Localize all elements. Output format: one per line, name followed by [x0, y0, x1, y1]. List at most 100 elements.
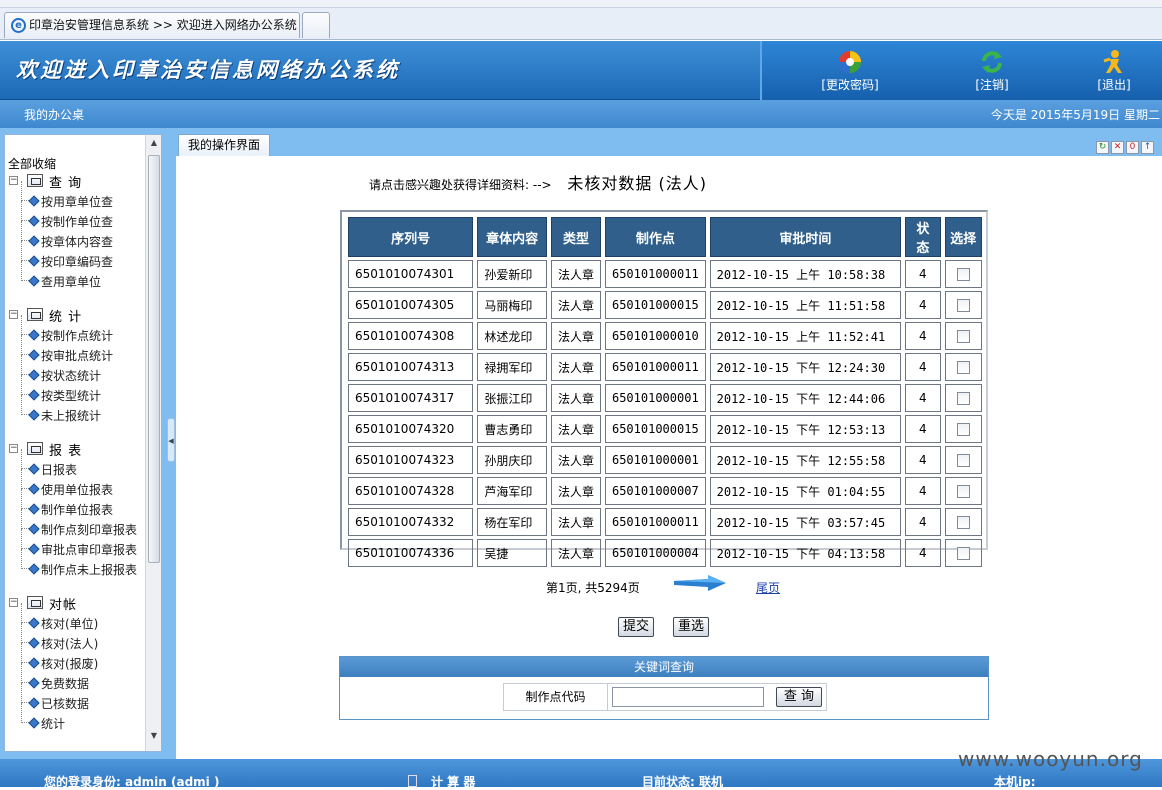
sidebar-item[interactable]: 按用章单位查: [9, 181, 149, 211]
scroll-down-icon[interactable]: ▼: [149, 731, 159, 741]
sidebar-group-header[interactable]: − 查 询: [9, 171, 149, 191]
sidebar-item[interactable]: 使用单位报表: [9, 469, 149, 499]
row-select-checkbox[interactable]: [956, 299, 970, 312]
table-cell: 4: [905, 260, 941, 288]
next-arrow-icon[interactable]: [674, 575, 726, 591]
table-row[interactable]: 6501010074313 禄拥军印 法人章 650101000011 2012-10-…: [348, 353, 982, 381]
table-cell[interactable]: 6501010074328: [348, 477, 474, 505]
browser-tab-active[interactable]: e 印章治安管理信息系统 >> 欢迎进入网络办公系统: [4, 12, 300, 38]
table-row[interactable]: 6501010074317 张振江印 法人章 650101000001 2012-10-…: [348, 384, 982, 412]
table-row[interactable]: 6501010074328 芦海军印 法人章 650101000007 2012-10-…: [348, 477, 982, 505]
sidebar-item[interactable]: 核对(报废): [9, 643, 149, 673]
sidebar-item[interactable]: 制作点刻印章报表: [9, 509, 149, 539]
sidebar-item[interactable]: 按制作单位查: [9, 201, 149, 231]
sidebar-toggle-icon[interactable]: ◀: [167, 418, 175, 462]
collapse-all-link[interactable]: 全部收缩: [8, 155, 56, 172]
table-cell[interactable]: 6501010074301: [348, 260, 474, 288]
table-cell[interactable]: 6501010074320: [348, 415, 474, 443]
table-row[interactable]: 6501010074320 曹志勇印 法人章 650101000015 2012-10-…: [348, 415, 982, 443]
col-serial-header: 序列号: [348, 217, 474, 257]
table-cell[interactable]: 6501010074305: [348, 291, 474, 319]
tab-operation[interactable]: 我的操作界面: [178, 134, 270, 156]
new-tab-button[interactable]: [302, 12, 330, 38]
table-cell[interactable]: 6501010074336: [348, 539, 474, 567]
sidebar-item[interactable]: 审批点审印章报表: [9, 529, 149, 559]
sidebar-item[interactable]: 按章体内容查: [9, 221, 149, 251]
sidebar-item[interactable]: 制作点未上报报表: [9, 549, 149, 579]
diamond-icon: [28, 349, 40, 361]
up-panel-icon[interactable]: ↑: [1141, 141, 1154, 154]
zero-panel-icon[interactable]: 0: [1126, 141, 1139, 154]
table-cell[interactable]: 6501010074317: [348, 384, 474, 412]
table-cell: 4: [905, 291, 941, 319]
sidebar-item[interactable]: 制作单位报表: [9, 489, 149, 519]
col-content-header: 章体内容: [477, 217, 547, 257]
table-cell[interactable]: 6501010074323: [348, 446, 474, 474]
select-cell: [944, 508, 982, 536]
calculator-link[interactable]: 计 算 器: [408, 773, 475, 790]
sidebar-item[interactable]: 按审批点统计: [9, 335, 149, 365]
table-cell: 4: [905, 539, 941, 567]
row-select-checkbox[interactable]: [956, 485, 970, 498]
row-select-checkbox[interactable]: [956, 547, 970, 560]
submit-button[interactable]: 提交: [618, 617, 655, 637]
table-row[interactable]: 6501010074301 孙爱新印 法人章 650101000011 2012-10-…: [348, 260, 982, 288]
row-select-checkbox[interactable]: [956, 268, 970, 281]
sidebar-item[interactable]: 已核数据: [9, 683, 149, 713]
sidebar-item[interactable]: 免费数据: [9, 663, 149, 693]
close-panel-icon[interactable]: ✕: [1111, 141, 1124, 154]
sidebar-group-header[interactable]: − 报 表: [9, 439, 149, 459]
last-page-link[interactable]: 尾页: [756, 579, 780, 596]
table-cell: 法人章: [550, 446, 601, 474]
collapse-icon[interactable]: −: [9, 444, 18, 453]
table-cell[interactable]: 6501010074313: [348, 353, 474, 381]
table-row[interactable]: 6501010074336 吴捷 法人章 650101000004 2012-10-15…: [348, 539, 982, 567]
sidebar-item[interactable]: 按印章编码查: [9, 241, 149, 271]
sidebar-item-label: 核对(单位): [41, 617, 99, 631]
logout-button[interactable]: [注销]: [952, 49, 1032, 93]
table-cell[interactable]: 6501010074308: [348, 322, 474, 350]
tree-line: [21, 603, 29, 623]
table-row[interactable]: 6501010074308 林述龙印 法人章 650101000010 2012-10-…: [348, 322, 982, 350]
reset-button[interactable]: 重选: [673, 617, 710, 637]
sidebar-item[interactable]: 核对(法人): [9, 623, 149, 653]
sidebar-item[interactable]: 核对(单位): [9, 603, 149, 633]
sidebar-scrollbar[interactable]: ▲ ▼: [145, 135, 161, 751]
search-button[interactable]: 查 询: [776, 687, 822, 707]
collapse-icon[interactable]: −: [9, 598, 18, 607]
my-desk-link[interactable]: 我的办公桌: [24, 106, 84, 123]
tree-line: [21, 549, 29, 569]
sidebar-item[interactable]: 查用章单位: [9, 261, 149, 291]
sidebar-item[interactable]: 按制作点统计: [9, 315, 149, 345]
sidebar-item[interactable]: 统计: [9, 703, 149, 733]
row-select-checkbox[interactable]: [956, 423, 970, 436]
sidebar-group-header[interactable]: − 统 计: [9, 305, 149, 325]
change-password-button[interactable]: [更改密码]: [810, 49, 890, 93]
collapse-icon[interactable]: −: [9, 176, 18, 185]
table-row[interactable]: 6501010074332 杨在军印 法人章 650101000011 2012-10-…: [348, 508, 982, 536]
row-select-checkbox[interactable]: [956, 392, 970, 405]
exit-button[interactable]: [退出]: [1074, 49, 1154, 93]
scroll-thumb[interactable]: [148, 155, 160, 563]
table-row[interactable]: 6501010074305 马丽梅印 法人章 650101000015 2012-10-…: [348, 291, 982, 319]
refresh-panel-icon[interactable]: ↻: [1096, 141, 1109, 154]
table-cell: 650101000015: [604, 291, 706, 319]
sidebar-item[interactable]: 日报表: [9, 449, 149, 479]
row-select-checkbox[interactable]: [956, 330, 970, 343]
table-row[interactable]: 6501010074323 孙朋庆印 法人章 650101000001 2012-10-…: [348, 446, 982, 474]
sidebar-item[interactable]: 未上报统计: [9, 395, 149, 425]
row-select-checkbox[interactable]: [956, 361, 970, 374]
sidebar-item[interactable]: 按状态统计: [9, 355, 149, 385]
sidebar-item[interactable]: 按类型统计: [9, 375, 149, 405]
main-panel: 我的操作界面 ↻ ✕ 0 ↑ 请点击感兴趣处获得详细资料: --> 未核对数据 (法人…: [176, 134, 1162, 759]
table-cell: 2012-10-15 下午 04:13:58: [709, 539, 902, 567]
sidebar-group-header[interactable]: − 对帐: [9, 593, 149, 613]
tree-line: [21, 623, 29, 643]
row-select-checkbox[interactable]: [956, 454, 970, 467]
tree-line: [21, 643, 29, 663]
table-cell[interactable]: 6501010074332: [348, 508, 474, 536]
row-select-checkbox[interactable]: [956, 516, 970, 529]
scroll-up-icon[interactable]: ▲: [149, 138, 159, 148]
maker-code-input[interactable]: [612, 687, 764, 707]
collapse-icon[interactable]: −: [9, 310, 18, 319]
